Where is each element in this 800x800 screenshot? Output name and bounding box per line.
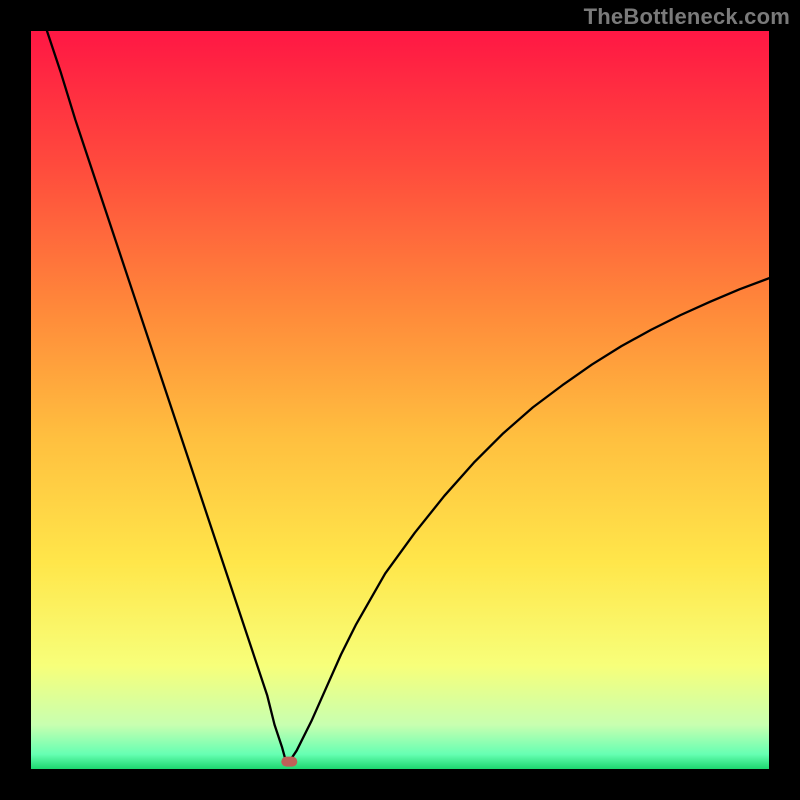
- watermark-label: TheBottleneck.com: [584, 4, 790, 30]
- bottleneck-chart: [31, 31, 769, 769]
